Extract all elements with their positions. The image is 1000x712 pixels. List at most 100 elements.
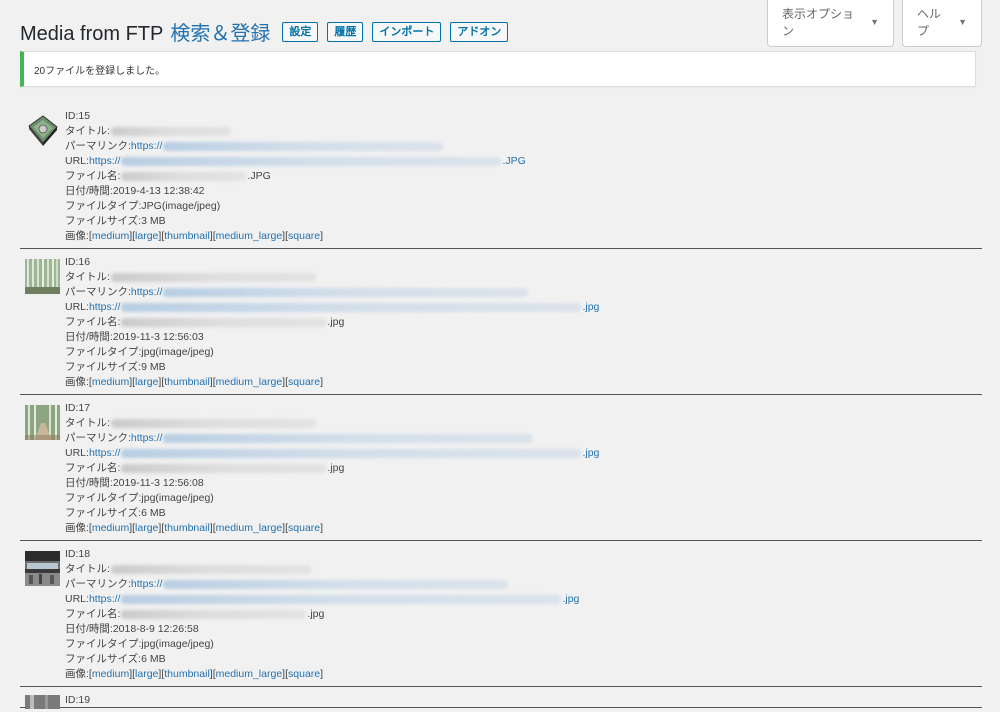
image-size-link-medium[interactable]: medium [92,375,129,390]
redacted-permalink [163,287,529,297]
image-size-link-thumbnail[interactable]: thumbnail [164,667,210,682]
filesize-row: ファイルサイズ: 3 MB [65,215,166,227]
tab-addon[interactable]: アドオン [450,21,509,42]
filetype-row: ファイルタイプ: jpg(image/jpeg) [65,346,214,358]
media-filesize: 6 MB [141,653,166,665]
url-row: URL: https://.jpg [65,592,580,607]
url-link[interactable]: https://.jpg [89,446,599,461]
image-size-link-medium[interactable]: medium [92,521,129,536]
server-drive-thumbnail[interactable] [25,113,60,148]
media-id: 16 [78,256,91,268]
url-link[interactable]: https://.JPG [89,154,526,169]
image-size-link-medium-large[interactable]: medium_large [216,229,283,244]
bamboo-forest-thumbnail[interactable] [25,259,60,294]
media-meta: ID: 16 タイトル: パーマリンク: https:// URL: https… [65,255,599,390]
id-row: ID: 17 [65,402,91,414]
datetime-row: 日付/時間: 2019-11-3 12:56:08 [65,477,204,489]
media-item: ID: 15 タイトル: パーマリンク: https:// URL: https… [20,103,982,249]
image-size-link-thumbnail[interactable]: thumbnail [164,229,210,244]
image-size-link-medium-large[interactable]: medium_large [216,667,283,682]
image-size-link-large[interactable]: large [135,667,158,682]
url-row: URL: https://.jpg [65,300,600,315]
permalink-link[interactable]: https:// [131,139,445,154]
train-station-thumbnail[interactable] [25,551,60,586]
filetype-row: ファイルタイプ: jpg(image/jpeg) [65,638,214,650]
permalink-row: パーマリンク: https:// [65,285,599,300]
redacted-url [121,156,502,166]
redacted-filename [121,464,327,473]
notice-message: 20ファイルを登録しました。 [34,65,166,77]
page-title-text: Media from FTP [20,23,164,45]
tab-import[interactable]: インポート [372,21,442,42]
url-link[interactable]: https://.jpg [89,300,599,315]
image-size-link-medium[interactable]: medium [92,229,129,244]
image-thumbnail[interactable] [25,695,60,709]
url-link[interactable]: https://.jpg [89,592,579,607]
filename-row: ファイル名: .JPG [65,170,271,182]
datetime-row: 日付/時間: 2019-4-13 12:38:42 [65,185,205,197]
filesize-row: ファイルサイズ: 9 MB [65,361,166,373]
media-filetype: jpg(image/jpeg) [141,638,214,650]
redacted-title [110,127,231,136]
media-id: 17 [78,402,91,414]
image-size-link-large[interactable]: large [135,375,158,390]
redacted-permalink [163,141,444,151]
caret-down-icon: ▼ [870,17,879,27]
image-size-link-medium[interactable]: medium [92,667,129,682]
media-filesize: 6 MB [141,507,166,519]
datetime-row: 日付/時間: 2018-8-9 12:26:58 [65,623,199,635]
image-sizes-row: 画像: [medium][large][thumbnail][medium_la… [65,229,324,244]
redacted-url [121,594,562,604]
title-row: タイトル: [65,416,599,431]
permalink-link[interactable]: https:// [131,431,535,446]
media-date: 2019-4-13 12:38:42 [112,185,205,197]
id-row: ID: 19 [65,694,91,706]
url-row: URL: https://.jpg [65,446,600,461]
image-size-link-square[interactable]: square [288,375,320,390]
redacted-title [110,419,316,428]
permalink-row: パーマリンク: https:// [65,577,579,592]
page-header: Media from FTP 検索＆登録 設定 履歴 インポート アドオン [20,17,509,46]
caret-down-icon: ▼ [958,17,967,27]
image-size-link-square[interactable]: square [288,667,320,682]
display-options-label: 表示オプション [782,7,855,38]
image-size-link-square[interactable]: square [288,521,320,536]
image-size-link-large[interactable]: large [135,229,158,244]
display-options-button[interactable]: 表示オプション ▼ [767,0,894,47]
image-size-link-medium-large[interactable]: medium_large [216,521,283,536]
title-row: タイトル: [65,124,526,139]
media-id: 18 [78,548,91,560]
help-label: ヘルプ [917,7,942,38]
filename-row: ファイル名: .jpg [65,462,345,474]
image-size-link-large[interactable]: large [135,521,158,536]
redacted-filename [121,318,327,327]
image-size-link-square[interactable]: square [288,229,320,244]
url-row: URL: https://.JPG [65,154,526,169]
permalink-link[interactable]: https:// [131,285,530,300]
id-row: ID: 15 [65,110,91,122]
tab-settings[interactable]: 設定 [282,21,319,42]
datetime-row: 日付/時間: 2019-11-3 12:56:03 [65,331,204,343]
media-item: ID: 17 タイトル: パーマリンク: https:// URL: https… [20,395,982,541]
media-filetype: JPG(image/jpeg) [141,200,221,212]
id-row: ID: 18 [65,548,91,560]
image-size-link-medium-large[interactable]: medium_large [216,375,283,390]
image-size-link-thumbnail[interactable]: thumbnail [164,521,210,536]
media-list: ID: 15 タイトル: パーマリンク: https:// URL: https… [20,103,982,709]
title-row: タイトル: [65,562,579,577]
media-meta: ID: 18 タイトル: パーマリンク: https:// URL: https… [65,547,579,682]
media-date: 2019-11-3 12:56:08 [112,477,204,489]
redacted-title [110,273,316,282]
image-size-link-thumbnail[interactable]: thumbnail [164,375,210,390]
redacted-filename [121,172,247,181]
image-sizes-row: 画像: [medium][large][thumbnail][medium_la… [65,667,324,682]
image-sizes-row: 画像: [medium][large][thumbnail][medium_la… [65,375,324,390]
permalink-link[interactable]: https:// [131,577,510,592]
bamboo-path-thumbnail[interactable] [25,405,60,440]
redacted-url [121,448,582,458]
help-button[interactable]: ヘルプ ▼ [902,0,982,47]
page-title: Media from FTP 検索＆登録 [20,17,270,46]
media-item: ID: 16 タイトル: パーマリンク: https:// URL: https… [20,249,982,395]
tab-history[interactable]: 履歴 [327,21,364,42]
screen-meta-links: 表示オプション ▼ ヘルプ ▼ [767,0,982,47]
